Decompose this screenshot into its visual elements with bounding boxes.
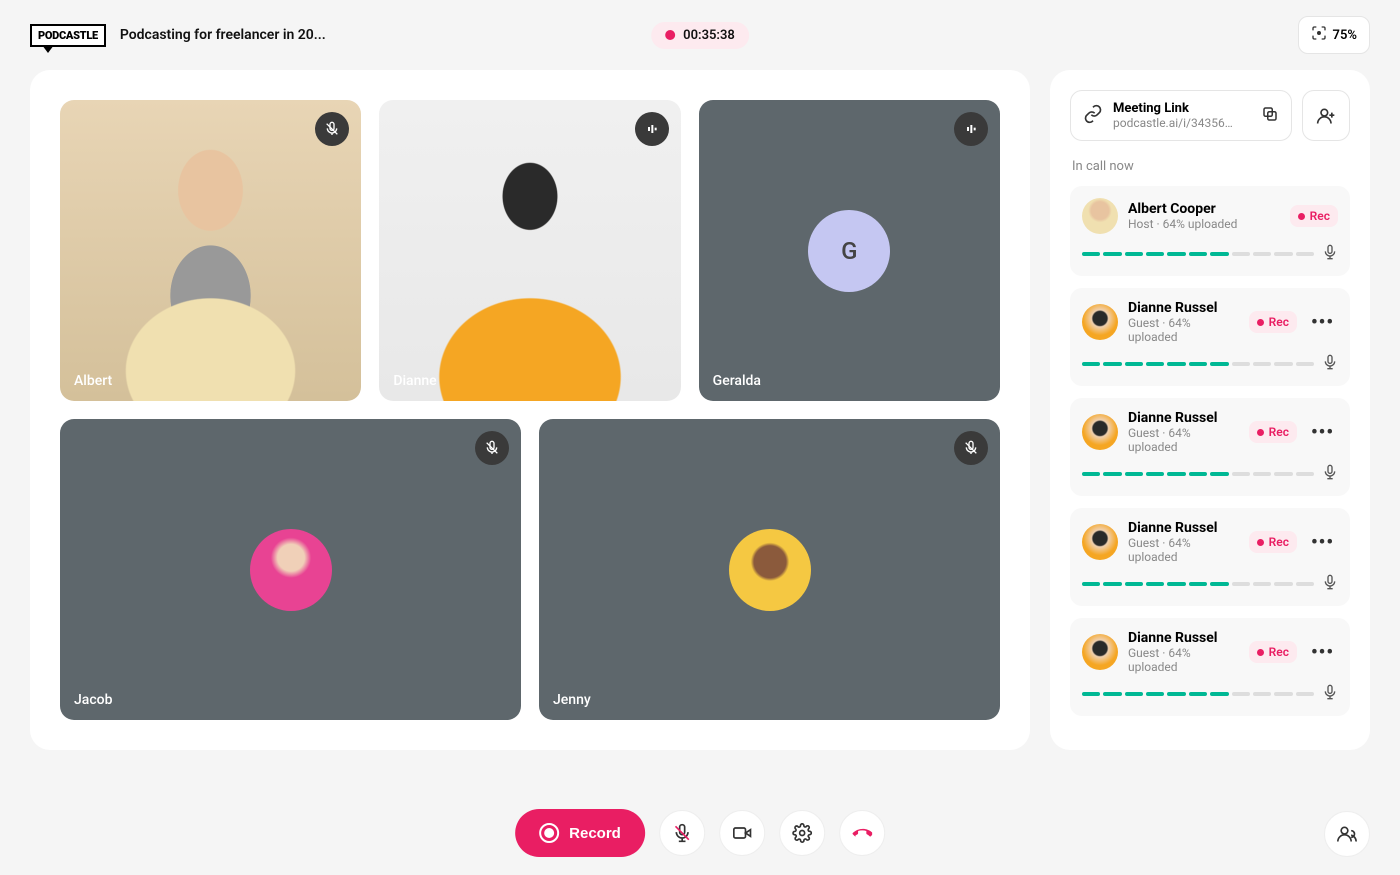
tile-name-label: Geralda	[713, 373, 761, 389]
recording-timer-pill: 00:35:38	[651, 22, 749, 49]
record-icon	[539, 823, 559, 843]
timer-text: 00:35:38	[683, 28, 735, 43]
rec-badge: Rec	[1249, 421, 1297, 443]
participant-name: Dianne Russel	[1128, 630, 1239, 646]
meeting-link-label: Meeting Link	[1113, 101, 1251, 116]
participant-card: Albert Cooper Host · 64% uploaded Rec	[1070, 186, 1350, 276]
settings-button[interactable]	[779, 810, 825, 856]
upload-progress	[1082, 582, 1314, 586]
meeting-link-url: podcastle.ai/i/34356…	[1113, 116, 1251, 130]
camera-toggle-button[interactable]	[719, 810, 765, 856]
mic-muted-icon	[475, 431, 509, 465]
record-label: Record	[569, 825, 621, 842]
video-tile-dianne[interactable]: Dianne	[379, 100, 680, 401]
more-button[interactable]: •••	[1307, 642, 1338, 663]
record-button[interactable]: Record	[515, 809, 645, 857]
participant-sub: Guest · 64% uploaded	[1128, 646, 1239, 674]
video-tile-jacob[interactable]: Jacob	[60, 419, 521, 720]
more-button[interactable]: •••	[1307, 312, 1338, 333]
tile-name-label: Dianne	[393, 373, 436, 389]
mic-muted-icon	[954, 431, 988, 465]
microphone-toggle-button[interactable]	[659, 810, 705, 856]
participants-list: Albert Cooper Host · 64% uploaded Rec Di…	[1070, 186, 1350, 728]
participant-card: Dianne Russel Guest · 64% uploaded Rec •…	[1070, 288, 1350, 386]
video-tile-albert[interactable]: Albert	[60, 100, 361, 401]
more-button[interactable]: •••	[1307, 532, 1338, 553]
tile-name-label: Jacob	[74, 692, 112, 708]
zoom-control[interactable]: 75%	[1298, 16, 1370, 54]
participant-name: Albert Cooper	[1128, 201, 1280, 217]
session-title: Podcasting for freelancer in 20...	[120, 27, 326, 43]
main-content: Albert Dianne G Geralda	[0, 70, 1400, 770]
participant-avatar	[1082, 524, 1118, 560]
avatar-photo	[250, 529, 332, 611]
rec-badge: Rec	[1290, 205, 1338, 227]
upload-progress	[1082, 692, 1314, 696]
participant-sub: Guest · 64% uploaded	[1128, 426, 1239, 454]
focus-icon	[1311, 25, 1327, 45]
participant-name: Dianne Russel	[1128, 410, 1239, 426]
mic-icon[interactable]	[1322, 574, 1338, 594]
logo-text: PODCASTLE	[38, 29, 98, 42]
tile-name-label: Albert	[74, 373, 112, 389]
video-grid: Albert Dianne G Geralda	[30, 70, 1030, 750]
app-logo[interactable]: PODCASTLE	[30, 24, 106, 47]
rec-badge: Rec	[1249, 311, 1297, 333]
participant-avatar	[1082, 198, 1118, 234]
mic-icon[interactable]	[1322, 244, 1338, 264]
audio-bars-icon	[635, 112, 669, 146]
participant-name: Dianne Russel	[1128, 520, 1239, 536]
participant-card: Dianne Russel Guest · 64% uploaded Rec •…	[1070, 508, 1350, 606]
app-header: PODCASTLE Podcasting for freelancer in 2…	[0, 0, 1400, 70]
meeting-link-card[interactable]: Meeting Link podcastle.ai/i/34356…	[1070, 90, 1292, 141]
mic-icon[interactable]	[1322, 464, 1338, 484]
participant-name: Dianne Russel	[1128, 300, 1239, 316]
participant-sub: Guest · 64% uploaded	[1128, 316, 1239, 344]
more-button[interactable]: •••	[1307, 422, 1338, 443]
tile-name-label: Jenny	[553, 692, 591, 708]
video-tile-geralda[interactable]: G Geralda	[699, 100, 1000, 401]
invite-button[interactable]	[1302, 90, 1350, 141]
participant-sub: Host · 64% uploaded	[1128, 217, 1280, 231]
upload-progress	[1082, 362, 1314, 366]
participant-avatar	[1082, 304, 1118, 340]
participant-card: Dianne Russel Guest · 64% uploaded Rec •…	[1070, 618, 1350, 716]
audio-bars-icon	[954, 112, 988, 146]
participant-sub: Guest · 64% uploaded	[1128, 536, 1239, 564]
upload-progress	[1082, 252, 1314, 256]
people-fab-button[interactable]	[1324, 811, 1370, 857]
avatar-photo	[729, 529, 811, 611]
header-left: PODCASTLE Podcasting for freelancer in 2…	[30, 24, 326, 47]
rec-badge: Rec	[1249, 531, 1297, 553]
rec-badge: Rec	[1249, 641, 1297, 663]
participant-avatar	[1082, 414, 1118, 450]
video-tile-jenny[interactable]: Jenny	[539, 419, 1000, 720]
mic-icon[interactable]	[1322, 354, 1338, 374]
zoom-level-text: 75%	[1333, 28, 1357, 43]
copy-icon[interactable]	[1261, 105, 1279, 127]
hangup-button[interactable]	[839, 810, 885, 856]
avatar-letter: G	[808, 210, 890, 292]
participant-avatar	[1082, 634, 1118, 670]
recording-dot-icon	[665, 30, 675, 40]
link-icon	[1083, 104, 1103, 128]
mic-icon[interactable]	[1322, 684, 1338, 704]
upload-progress	[1082, 472, 1314, 476]
participants-sidebar: Meeting Link podcastle.ai/i/34356… In ca…	[1050, 70, 1370, 750]
participant-card: Dianne Russel Guest · 64% uploaded Rec •…	[1070, 398, 1350, 496]
in-call-label: In call now	[1072, 159, 1348, 174]
control-bar: Record	[515, 809, 885, 857]
